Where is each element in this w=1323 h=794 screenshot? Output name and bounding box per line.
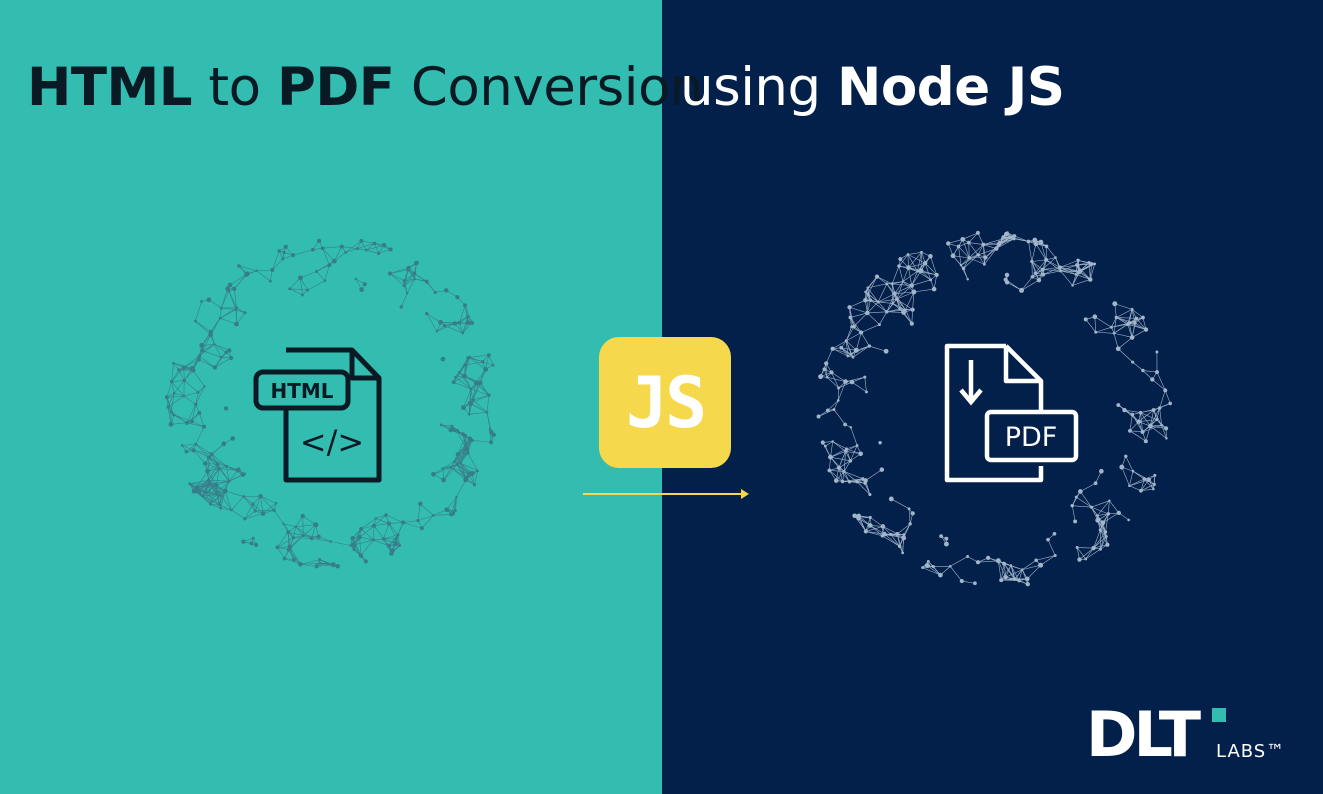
- headline-pdf: PDF: [276, 57, 395, 118]
- logo-square: [1212, 708, 1226, 722]
- pdf-file-icon: PDF: [944, 343, 1079, 483]
- arrow-right-icon: [583, 489, 749, 499]
- js-icon: JS: [599, 337, 731, 468]
- headline-conversion: Conversion: [410, 57, 704, 118]
- html-file-icon: HTML </>: [253, 347, 382, 483]
- headline-html: HTML: [27, 57, 193, 118]
- headline-to: to: [208, 57, 261, 118]
- headline-left: HTML to PDF Conversion: [27, 52, 704, 124]
- logo-dlt: DLT: [1086, 698, 1201, 771]
- logo-labs: LABS™: [1216, 741, 1286, 762]
- dlt-labs-logo: DLT LABS™: [1086, 700, 1284, 770]
- pdf-label: PDF: [1005, 422, 1058, 453]
- code-brackets-icon: </>: [300, 423, 364, 461]
- download-arrow-icon: [959, 360, 983, 406]
- headline-node-js: Node JS: [837, 57, 1065, 118]
- headline-using: using: [680, 57, 821, 118]
- html-label: HTML: [270, 379, 333, 403]
- headline-right: using Node JS: [680, 52, 1065, 124]
- js-label: JS: [625, 362, 707, 444]
